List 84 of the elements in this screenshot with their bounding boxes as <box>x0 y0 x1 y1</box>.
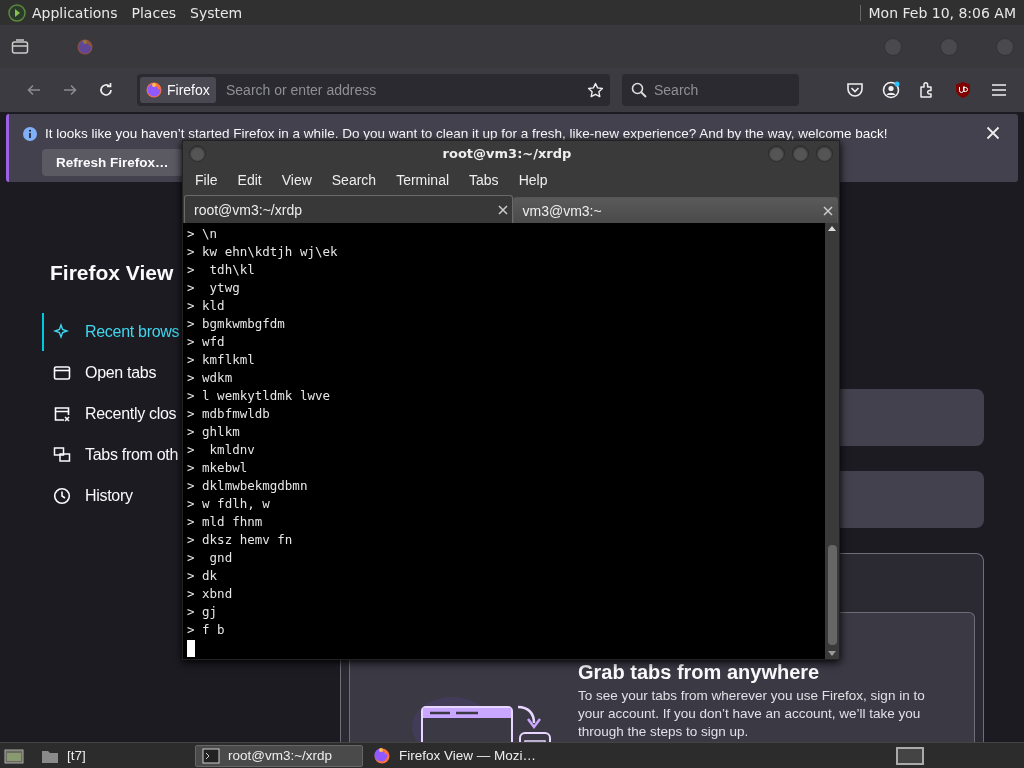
terminal-line: > dklmwbekmgdbmn <box>187 477 308 495</box>
page-title: Firefox View <box>50 261 174 285</box>
menu-item[interactable]: View <box>271 171 322 188</box>
pocket-icon[interactable] <box>846 81 864 99</box>
cursor <box>187 640 195 657</box>
sidebar-item[interactable]: Open tabs <box>42 354 180 392</box>
back-icon[interactable] <box>26 82 42 98</box>
taskbar-item[interactable]: root@vm3:~/xrdp <box>195 744 363 767</box>
sidebar-item[interactable]: Recently clos <box>42 395 180 433</box>
address-bar[interactable]: Firefox Search or enter address <box>137 74 610 106</box>
shield-icon[interactable] <box>954 81 972 99</box>
sidebar-item[interactable]: Tabs from oth <box>42 436 180 474</box>
terminal-line: > kmldnv <box>187 441 255 459</box>
terminal-line: > ytwg <box>187 279 240 297</box>
refresh-button[interactable]: Refresh Firefox… <box>42 149 183 176</box>
terminal-line: > f b <box>187 621 225 639</box>
address-field[interactable]: Search or enter address <box>224 81 579 99</box>
search-field[interactable]: Search <box>622 74 799 106</box>
scrollbar[interactable] <box>825 223 839 659</box>
terminal-line: > l wemkytldmk lwve <box>187 387 330 405</box>
close-icon[interactable] <box>823 205 833 216</box>
terminal-line: > gnd <box>187 549 233 567</box>
account-icon[interactable] <box>882 81 900 99</box>
terminal-line: > bgmkwmbgfdm <box>187 315 285 333</box>
terminal-line: > dk <box>187 567 218 585</box>
terminal-tab[interactable]: root@vm3:~/xrdp <box>184 195 513 223</box>
tab-list-icon[interactable] <box>11 38 29 55</box>
terminal-line: > xbnd <box>187 585 233 603</box>
sparkle-icon <box>53 323 71 341</box>
star-icon[interactable] <box>587 81 604 99</box>
firefox-icon <box>146 82 162 98</box>
terminal-line: > wfd <box>187 333 225 351</box>
app-menu-icon[interactable] <box>8 3 26 22</box>
terminal-line: > kmflkml <box>187 351 255 369</box>
up-arrow-icon[interactable] <box>828 225 836 231</box>
window-icon <box>53 364 71 382</box>
terminal-icon <box>202 746 220 765</box>
terminal-tab[interactable]: vm3@vm3:~ <box>512 197 838 223</box>
menu-item[interactable]: Terminal <box>386 171 460 188</box>
promo-text: To see your tabs from wherever you use Firefox, sign in to your account. If you don’t have an account, we’ll take you through the steps to sign up. <box>578 687 926 741</box>
taskbar-item[interactable]: Firefox View — Mozi… <box>366 744 534 767</box>
menu-item[interactable]: Tabs <box>459 171 509 188</box>
panel-menu[interactable]: Places <box>131 4 177 21</box>
terminal-line: > w fdlh, w <box>187 495 270 513</box>
panel-menu[interactable]: System <box>190 4 243 21</box>
terminal-line: > \n <box>187 225 218 243</box>
reload-icon[interactable] <box>98 82 114 98</box>
terminal-line: > mld fhnm <box>187 513 263 531</box>
forward-icon[interactable] <box>62 82 78 98</box>
terminal-line: > gj <box>187 603 218 621</box>
window-title: root@vm3:~/xrdp <box>441 145 573 161</box>
notification-message: It looks like you haven’t started Firefox in a while. Do you want to clean it up for a fresh, like-new experience? And by the way, welcome back! <box>45 126 888 141</box>
workspace-switcher[interactable] <box>896 746 924 765</box>
promo-title: Grab tabs from anywhere <box>578 661 820 684</box>
menu-item[interactable]: File <box>185 171 228 188</box>
search-icon <box>631 82 647 98</box>
clock-icon <box>53 487 71 505</box>
menu-item[interactable]: Help <box>508 171 558 188</box>
menu-icon[interactable] <box>990 81 1008 99</box>
identity-button[interactable]: Firefox <box>140 77 216 103</box>
taskbar-item[interactable]: [t7] <box>34 744 192 767</box>
devices-icon <box>53 446 71 464</box>
terminal-line: > mkebwl <box>187 459 248 477</box>
scrollbar-thumb[interactable] <box>827 545 837 645</box>
terminal-line: > ghlkm <box>187 423 240 441</box>
sidebar-item[interactable]: History <box>42 477 180 515</box>
terminal-line: > kld <box>187 297 225 315</box>
down-arrow-icon[interactable] <box>828 651 836 657</box>
panel-menu[interactable]: Applications <box>32 4 118 21</box>
terminal-line: > tdh\kl <box>187 261 255 279</box>
sidebar-item[interactable]: Recent brows <box>42 313 180 351</box>
show-desktop-icon[interactable] <box>4 746 24 765</box>
terminal-line: > kw ehn\kdtjh wj\ek <box>187 243 338 261</box>
terminal-line: > wdkm <box>187 369 233 387</box>
close-icon[interactable] <box>497 204 508 215</box>
firefox-icon[interactable] <box>77 38 93 55</box>
terminal-line: > mdbfmwldb <box>187 405 270 423</box>
terminal-line: > dksz hemv fn <box>187 531 293 549</box>
info-icon <box>23 126 37 141</box>
closed-tab-icon <box>53 405 71 423</box>
menu-item[interactable]: Search <box>321 171 387 188</box>
firefox-icon <box>373 746 391 765</box>
clock: Mon Feb 10, 8:06 AM <box>859 4 1016 21</box>
menu-item[interactable]: Edit <box>227 171 272 188</box>
